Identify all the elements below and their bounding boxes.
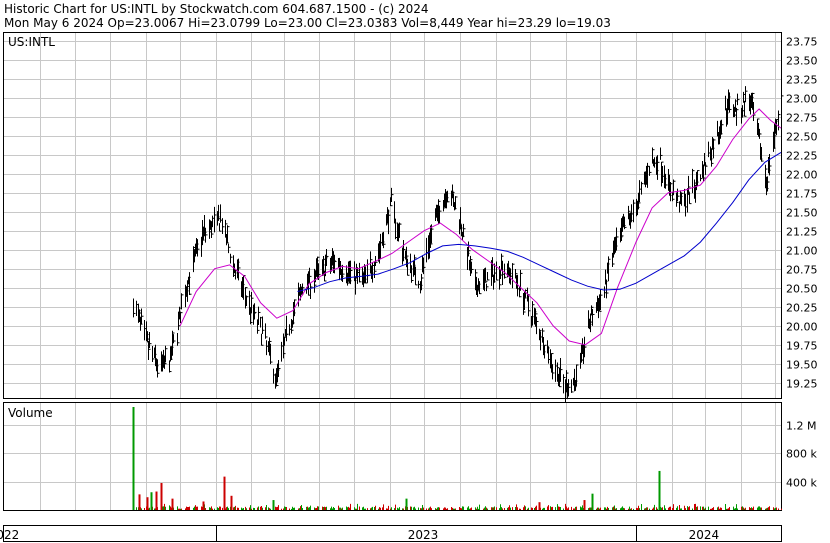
price-tick-label: 23.75 bbox=[786, 36, 818, 49]
volume-label: Volume bbox=[8, 406, 53, 420]
price-tick-label: 21.00 bbox=[786, 245, 818, 258]
chart-title: Historic Chart for US:INTL by Stockwatch… bbox=[4, 2, 429, 16]
date-axis: 2022 2023 2024 bbox=[0, 526, 719, 542]
symbol-label: US:INTL bbox=[8, 35, 55, 49]
volume-panel-frame bbox=[3, 402, 782, 511]
price-tick-label: 20.00 bbox=[786, 321, 818, 334]
price-axis: 23.75 23.50 23.25 23.00 22.75 22.50 22.25 22.00… bbox=[786, 36, 818, 391]
volume-bars bbox=[132, 407, 782, 510]
price-tick-label: 19.75 bbox=[786, 340, 818, 353]
short-moving-average-line bbox=[179, 108, 782, 346]
stock-chart: Historic Chart for US:INTL by Stockwatch… bbox=[0, 2, 818, 542]
price-tick-label: 23.50 bbox=[786, 55, 818, 68]
volume-axis: 1.2 M 800 k 400 k bbox=[786, 420, 817, 490]
price-tick-label: 21.75 bbox=[786, 188, 818, 201]
price-tick-label: 20.25 bbox=[786, 302, 818, 315]
volume-tick-label: 1.2 M bbox=[786, 420, 816, 433]
volume-grid bbox=[4, 403, 781, 510]
price-tick-label: 19.25 bbox=[786, 378, 818, 391]
price-tick-label: 21.25 bbox=[786, 226, 818, 239]
date-axis-frame bbox=[3, 525, 782, 542]
price-tick-label: 20.75 bbox=[786, 264, 818, 277]
price-tick-label: 23.00 bbox=[786, 93, 818, 106]
quote-summary: Mon May 6 2024 Op=23.0067 Hi=23.0799 Lo=… bbox=[4, 16, 611, 30]
price-tick-label: 19.50 bbox=[786, 359, 818, 372]
volume-tick-label: 400 k bbox=[786, 477, 817, 490]
price-tick-label: 22.00 bbox=[786, 169, 818, 182]
year-label: 2024 bbox=[689, 528, 720, 542]
volume-tick-label: 800 k bbox=[786, 448, 817, 461]
price-panel-frame bbox=[3, 32, 782, 399]
price-tick-label: 20.50 bbox=[786, 283, 818, 296]
price-tick-label: 22.25 bbox=[786, 150, 818, 163]
price-tick-label: 23.25 bbox=[786, 74, 818, 87]
price-tick-label: 21.50 bbox=[786, 207, 818, 220]
year-label: 2022 bbox=[0, 528, 19, 542]
price-grid bbox=[4, 33, 781, 398]
price-tick-label: 22.50 bbox=[786, 131, 818, 144]
price-tick-label: 22.75 bbox=[786, 112, 818, 125]
year-label: 2023 bbox=[408, 528, 439, 542]
